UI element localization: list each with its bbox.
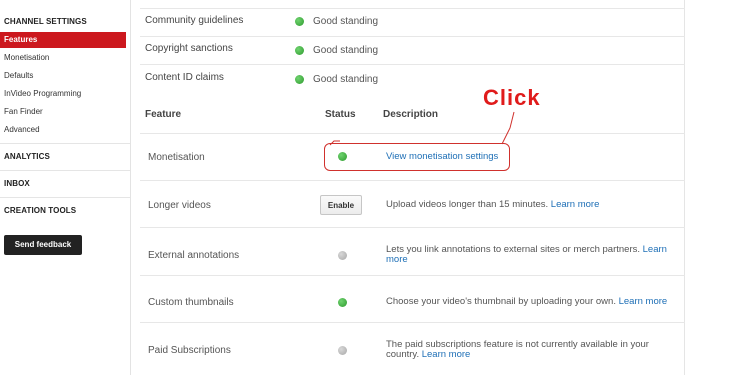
- annotation-pointer-icon: [329, 111, 515, 146]
